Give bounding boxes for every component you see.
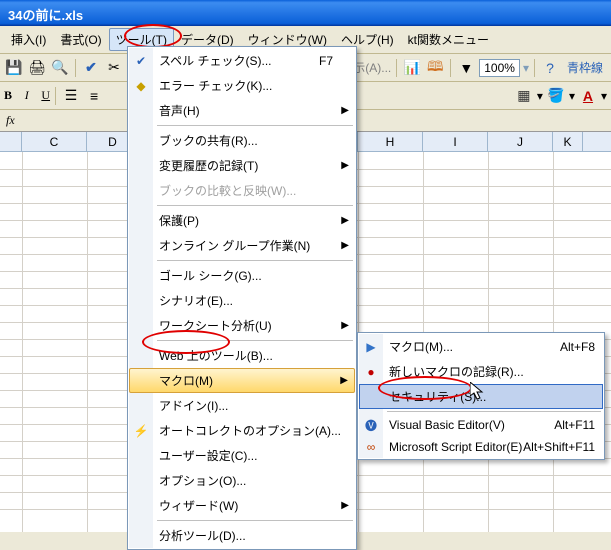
spell-icon: ✔ [132, 54, 150, 68]
submenu-vbe[interactable]: 🅥 Visual Basic Editor(V) Alt+F11 [359, 414, 603, 436]
submenu-arrow-icon: ▶ [341, 160, 349, 171]
fill-color-icon[interactable]: 🪣 [546, 86, 566, 106]
menu-analysis[interactable]: 分析ツール(D)... [129, 523, 355, 548]
menu-options[interactable]: オプション(O)... [129, 468, 355, 493]
zoom-value[interactable]: 100% [479, 59, 520, 77]
spell-icon[interactable]: ✔ [81, 58, 101, 78]
menu-addin[interactable]: アドイン(I)... [129, 393, 355, 418]
chart-icon[interactable]: 📊 [402, 58, 422, 78]
col-header[interactable]: C [22, 132, 87, 151]
cursor-icon [470, 382, 488, 402]
fx-label: fx [6, 113, 15, 127]
menu-kt[interactable]: kt関数メニュー [401, 28, 496, 51]
print-icon[interactable]: 🖨 [27, 58, 47, 78]
cut-icon[interactable]: ✂ [104, 58, 124, 78]
blue-border-button[interactable]: 青枠線 [563, 57, 607, 78]
menu-protect[interactable]: 保護(P)▶ [129, 208, 355, 233]
bold-button[interactable]: B [4, 88, 12, 103]
select-all-corner[interactable] [0, 132, 22, 151]
menu-track-changes[interactable]: 変更履歴の記録(T)▶ [129, 153, 355, 178]
menu-insert[interactable]: 挿入(I) [4, 28, 53, 51]
submenu-arrow-icon: ▶ [341, 320, 349, 331]
help-icon[interactable]: ? [540, 58, 560, 78]
menu-share[interactable]: ブックの共有(R)... [129, 128, 355, 153]
zoom-dropdown-icon[interactable]: ▾ [523, 61, 529, 75]
italic-button[interactable]: I [25, 88, 29, 103]
col-header[interactable]: H [358, 132, 423, 151]
play-icon: ▶ [362, 340, 380, 354]
menu-customize[interactable]: ユーザー設定(C)... [129, 443, 355, 468]
submenu-arrow-icon: ▶ [341, 215, 349, 226]
menu-goal-seek[interactable]: ゴール シーク(G)... [129, 263, 355, 288]
submenu-arrow-icon: ▶ [341, 105, 349, 116]
separator [75, 59, 76, 77]
separator [157, 260, 353, 261]
menu-compare: ブックの比較と反映(W)... [129, 178, 355, 203]
separator [157, 205, 353, 206]
col-header[interactable]: I [423, 132, 488, 151]
align-left-icon[interactable]: ☰ [61, 86, 81, 106]
menu-web-tools[interactable]: Web 上のツール(B)... [129, 343, 355, 368]
vbe-icon: 🅥 [362, 417, 380, 434]
autocorrect-icon: ⚡ [132, 424, 150, 438]
zoom-down-icon[interactable]: ▼ [456, 58, 476, 78]
menu-macro[interactable]: マクロ(M)▶ [129, 368, 355, 393]
underline-button[interactable]: U [41, 88, 50, 103]
map-icon[interactable]: 🕮 [425, 58, 445, 78]
menu-error-check[interactable]: ◆ エラー チェック(K)... [129, 73, 355, 98]
menu-audit[interactable]: ワークシート分析(U)▶ [129, 313, 355, 338]
submenu-record[interactable]: ● 新しいマクロの記録(R)... [359, 359, 603, 384]
menu-speech[interactable]: 音声(H)▶ [129, 98, 355, 123]
menu-wizard[interactable]: ウィザード(W)▶ [129, 493, 355, 518]
separator [157, 125, 353, 126]
submenu-mse[interactable]: ∞ Microsoft Script Editor(E) Alt+Shift+F… [359, 436, 603, 458]
separator [534, 59, 535, 77]
mse-icon: ∞ [362, 440, 380, 454]
menu-autocorrect[interactable]: ⚡ オートコレクトのオプション(A)... [129, 418, 355, 443]
window-title: 34の前に.xls [8, 8, 83, 23]
menu-scenario[interactable]: シナリオ(E)... [129, 288, 355, 313]
tools-menu: ✔ スペル チェック(S)... F7 ◆ エラー チェック(K)... 音声(… [127, 46, 357, 550]
align-center-icon[interactable]: ≡ [84, 86, 104, 106]
menu-online[interactable]: オンライン グループ作業(N)▶ [129, 233, 355, 258]
titlebar: 34の前に.xls [0, 0, 611, 26]
submenu-macros[interactable]: ▶ マクロ(M)... Alt+F8 [359, 334, 603, 359]
save-icon[interactable]: 💾 [4, 58, 24, 78]
col-header[interactable]: K [553, 132, 583, 151]
separator [157, 340, 353, 341]
menu-spellcheck[interactable]: ✔ スペル チェック(S)... F7 [129, 48, 355, 73]
submenu-arrow-icon: ▶ [341, 240, 349, 251]
separator [55, 87, 56, 105]
border-icon[interactable]: ▦ [514, 86, 534, 106]
separator [387, 411, 601, 412]
record-icon: ● [362, 365, 380, 379]
separator [157, 520, 353, 521]
submenu-arrow-icon: ▶ [340, 375, 348, 386]
separator [450, 59, 451, 77]
font-color-icon[interactable]: A [578, 86, 598, 106]
submenu-arrow-icon: ▶ [341, 500, 349, 511]
col-header[interactable]: J [488, 132, 553, 151]
error-icon: ◆ [132, 79, 150, 93]
separator [396, 59, 397, 77]
menu-format[interactable]: 書式(O) [53, 28, 108, 51]
print-preview-icon[interactable]: 🔍 [50, 58, 70, 78]
